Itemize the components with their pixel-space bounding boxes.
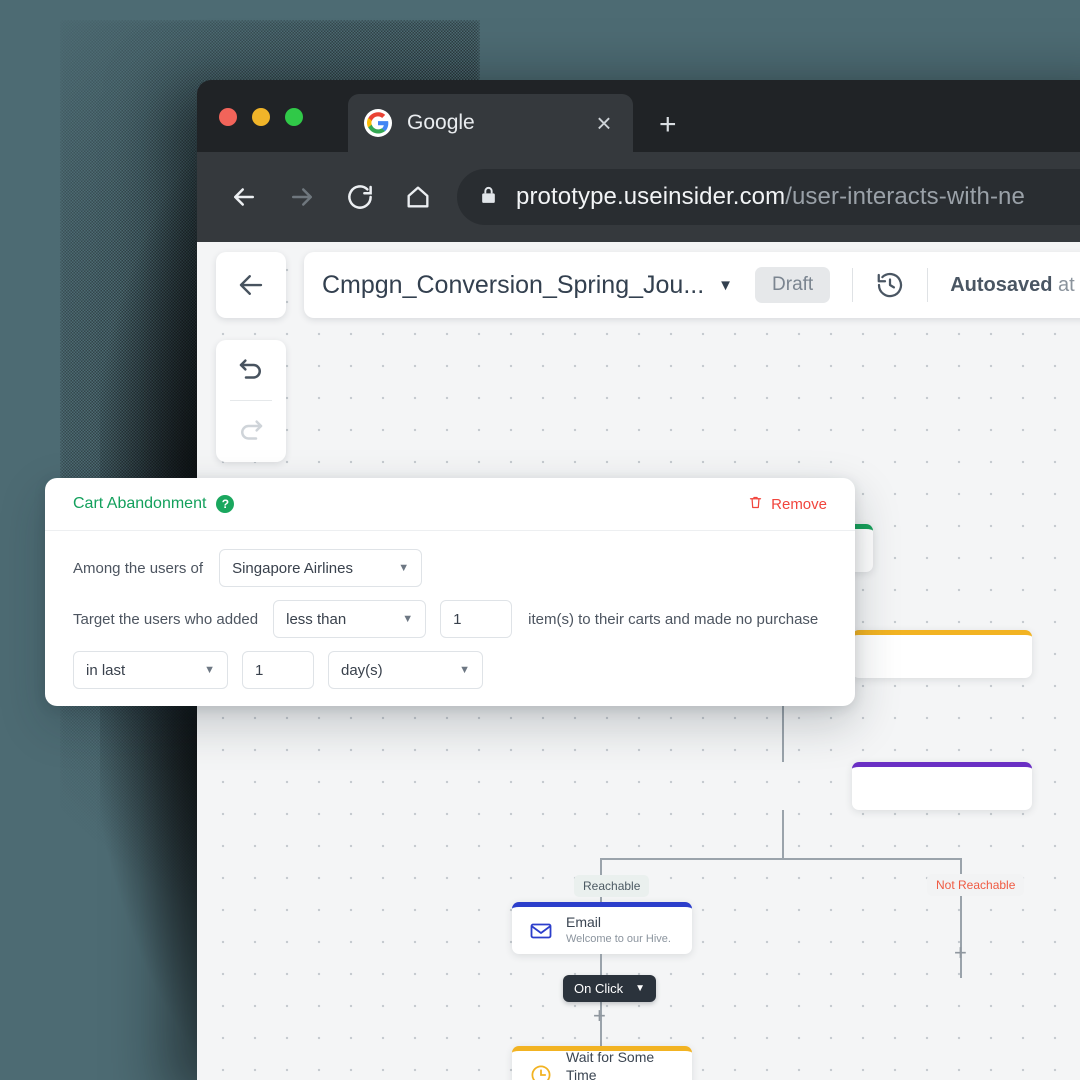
panel-row-timeframe: in last ▼ 1 day(s) ▼ (73, 651, 827, 689)
back-icon[interactable] (215, 168, 273, 226)
autosave-status: Autosaved at 23:32, Tod (950, 274, 1080, 297)
browser-tab[interactable]: Google × (348, 94, 633, 152)
add-step-button[interactable]: + (593, 1005, 606, 1027)
maximize-window-button[interactable] (285, 108, 303, 126)
campaign-name[interactable]: Cmpgn_Conversion_Spring_Jou... (322, 271, 704, 300)
window-controls (219, 108, 303, 126)
range-value: in last (86, 661, 126, 679)
panel-header: Cart Abandonment ? Remove (45, 478, 855, 531)
chevron-down-icon: ▼ (459, 664, 470, 676)
clock-icon (522, 1063, 560, 1080)
panel-row-target: Target the users who added less than ▼ 1… (73, 600, 827, 638)
chevron-down-icon: ▼ (204, 664, 215, 676)
undo-button[interactable] (216, 340, 286, 400)
duration-value: 1 (255, 661, 264, 679)
remove-label: Remove (771, 495, 827, 513)
new-tab-button[interactable]: + (659, 110, 677, 140)
screenshot-stage: Google × + prototype.useinsider.com/user… (0, 0, 1080, 1080)
audience-value: Singapore Airlines (232, 559, 353, 577)
connector (601, 858, 783, 860)
flow-node-title: Wait for Some Time (566, 1049, 655, 1080)
audience-select[interactable]: Singapore Airlines ▼ (219, 549, 423, 587)
panel-row-audience: Among the users of Singapore Airlines ▼ (73, 549, 827, 587)
chevron-down-icon: ▼ (402, 613, 414, 625)
flow-node-email[interactable]: Email Welcome to our Hive. (512, 902, 692, 954)
panel-body: Among the users of Singapore Airlines ▼ … (45, 531, 855, 689)
back-to-list-button[interactable] (216, 252, 286, 318)
help-icon[interactable]: ? (216, 495, 235, 513)
item-count-input[interactable]: 1 (440, 600, 513, 638)
home-icon[interactable] (389, 168, 447, 226)
connector (782, 810, 784, 860)
lock-icon (479, 184, 498, 211)
status-badge: Draft (755, 267, 831, 303)
flow-node-text: Wait for Some Time 30 Minutes (566, 1048, 682, 1080)
redo-button[interactable] (216, 401, 286, 461)
add-step-button[interactable]: + (954, 942, 967, 964)
operator-value: less than (286, 610, 347, 628)
history-icon[interactable] (875, 270, 905, 300)
google-icon (364, 109, 392, 137)
panel-title: Cart Abandonment (73, 495, 207, 512)
unit-value: day(s) (341, 661, 383, 679)
target-suffix-label: item(s) to their carts and made no purch… (528, 610, 819, 628)
flow-node-subtitle: Welcome to our Hive. (566, 933, 671, 946)
on-click-dropdown[interactable]: On Click ▼ (563, 975, 657, 1002)
browser-tabstrip: Google × + (197, 80, 1080, 152)
url-path: /user-interacts-with-ne (785, 183, 1025, 210)
cart-abandonment-panel: Cart Abandonment ? Remove Among the user… (45, 478, 855, 706)
tab-title: Google (407, 111, 475, 134)
trash-icon (748, 494, 763, 515)
chevron-down-icon[interactable]: ▼ (718, 277, 733, 294)
duration-input[interactable]: 1 (242, 651, 314, 689)
range-select[interactable]: in last ▼ (73, 651, 228, 689)
flow-node-wait[interactable]: Wait for Some Time 30 Minutes (512, 1046, 692, 1080)
item-count-value: 1 (453, 610, 462, 628)
divider (927, 268, 929, 302)
browser-omnibar: prototype.useinsider.com/user-interacts-… (197, 152, 1080, 242)
flow-node-text: Email Welcome to our Hive. (566, 913, 671, 948)
url-text: prototype.useinsider.com/user-interacts-… (516, 183, 1025, 211)
undo-redo-toolbar (216, 340, 286, 462)
minimize-window-button[interactable] (252, 108, 270, 126)
operator-select[interactable]: less than ▼ (273, 600, 427, 638)
chevron-down-icon: ▼ (635, 983, 646, 994)
chevron-down-icon: ▼ (398, 562, 410, 574)
url-input[interactable]: prototype.useinsider.com/user-interacts-… (457, 169, 1080, 225)
autosave-label: Autosaved (950, 273, 1053, 296)
connector (782, 858, 962, 860)
target-users-label: Target the users who added (73, 610, 259, 628)
flow-node-hidden-wait[interactable] (852, 630, 1032, 678)
remove-button[interactable]: Remove (748, 494, 827, 515)
close-window-button[interactable] (219, 108, 237, 126)
envelope-icon (522, 919, 560, 943)
reload-icon[interactable] (331, 168, 389, 226)
branch-tag-not-reachable: Not Reachable (927, 874, 1025, 896)
flow-node-title: Email (566, 914, 602, 931)
close-icon[interactable]: × (591, 110, 617, 136)
on-click-label: On Click (574, 981, 624, 996)
autosave-time: at 23:32, Tod (1058, 273, 1080, 296)
forward-icon[interactable] (273, 168, 331, 226)
flow-node-hidden-condition[interactable] (852, 762, 1032, 810)
divider (852, 268, 854, 302)
unit-select[interactable]: day(s) ▼ (328, 651, 483, 689)
branch-tag-reachable: Reachable (574, 875, 650, 897)
url-host: prototype.useinsider.com (516, 183, 786, 210)
among-users-label: Among the users of (73, 559, 204, 577)
campaign-header-bar: Cmpgn_Conversion_Spring_Jou... ▼ Draft A… (304, 252, 1080, 318)
